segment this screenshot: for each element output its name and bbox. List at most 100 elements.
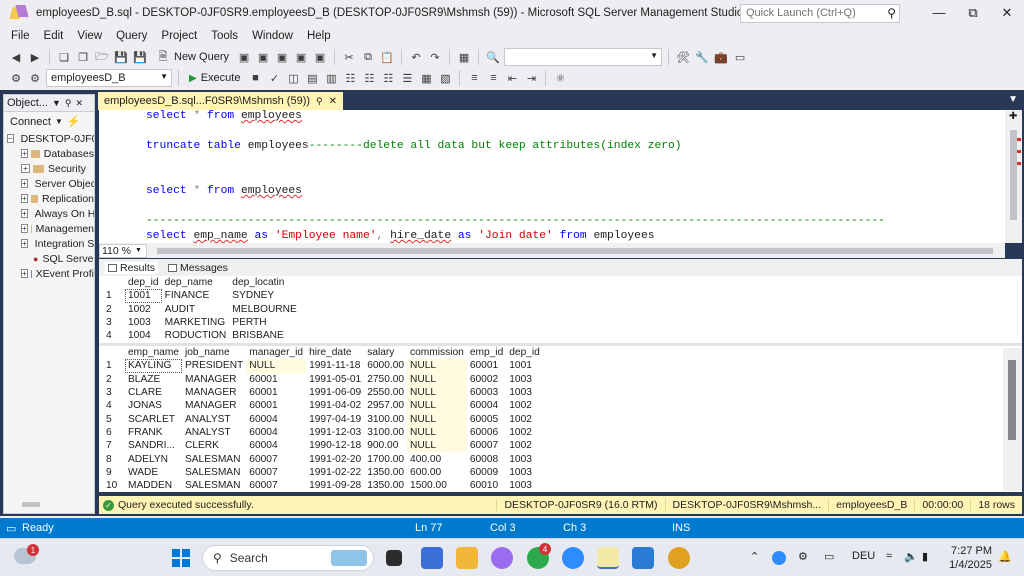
table-cell[interactable]: FINANCE: [162, 289, 230, 302]
table-cell[interactable]: ADELYN: [125, 452, 182, 465]
tree-always-on[interactable]: + Always On H: [7, 206, 94, 221]
table-cell[interactable]: NULL: [407, 425, 467, 440]
dmx-query-icon[interactable]: ▣: [274, 49, 290, 65]
tree-databases[interactable]: + Databases: [7, 146, 94, 161]
minimize-button[interactable]: —: [922, 5, 956, 21]
expand-icon[interactable]: +: [21, 239, 28, 248]
table-cell[interactable]: 60007: [467, 439, 506, 452]
table-cell[interactable]: 1350.00: [364, 479, 407, 492]
table-cell[interactable]: PERTH: [229, 316, 300, 329]
save-all-icon[interactable]: 💾: [132, 49, 148, 65]
table-cell[interactable]: 1991-12-03: [306, 426, 364, 439]
row-number[interactable]: 7: [103, 439, 125, 452]
forward-icon[interactable]: ▶: [27, 49, 43, 65]
expand-icon[interactable]: +: [21, 224, 28, 233]
undo-icon[interactable]: ↶: [408, 49, 424, 65]
table-row[interactable]: 3 CLARE MANAGER 60001 1991-06-09 2550.00 NULL 6…: [103, 385, 543, 400]
table-row[interactable]: 3 1003 MARKETING PERTH: [103, 316, 300, 329]
zoom-icon[interactable]: [562, 547, 584, 569]
table-cell[interactable]: 3100.00: [364, 412, 407, 425]
menu-project[interactable]: Project: [154, 30, 204, 42]
table-cell[interactable]: 3100.00: [364, 426, 407, 439]
results-vertical-scrollbar[interactable]: [1003, 348, 1022, 491]
table-cell[interactable]: CLARE: [125, 386, 182, 399]
table-cell[interactable]: NULL: [407, 439, 467, 453]
table-row[interactable]: 2 1002 AUDIT MELBOURNE: [103, 303, 300, 316]
table-cell[interactable]: 60004: [246, 439, 306, 452]
expand-icon[interactable]: +: [21, 269, 28, 278]
table-cell[interactable]: 1991-02-22: [306, 466, 364, 479]
language-indicator[interactable]: DEU: [852, 550, 875, 562]
table-row[interactable]: 10 MADDEN SALESMAN 60007 1991-09-28 1350.00 15…: [103, 479, 543, 492]
database-query-icon[interactable]: ▣: [236, 49, 252, 65]
vscode-icon[interactable]: [632, 547, 654, 569]
indent-icon[interactable]: ⇥: [523, 70, 539, 86]
table-row[interactable]: 1 1001 FINANCE SYDNEY: [103, 289, 300, 303]
notifications-icon[interactable]: 🔔: [998, 550, 1012, 563]
tree-server[interactable]: − DESKTOP-0JF0: [7, 131, 94, 146]
tree-sql-agent[interactable]: ●SQL Server A: [7, 251, 94, 266]
table-cell[interactable]: CLERK: [182, 439, 246, 452]
table-row[interactable]: 7 SANDRI... CLERK 60004 1990-12-18 900.00 NULL…: [103, 439, 543, 453]
tree-xevent[interactable]: + XEvent Profi: [7, 266, 94, 281]
expand-icon[interactable]: +: [21, 194, 28, 203]
table-cell[interactable]: 1002: [506, 399, 543, 412]
table-cell[interactable]: 60001: [246, 373, 306, 386]
table-row[interactable]: 4 1004 RODUCTION BRISBANE: [103, 329, 300, 342]
taskbar-search[interactable]: ⚲ Search: [202, 545, 374, 571]
table-cell[interactable]: 600.00: [407, 466, 467, 479]
dropdown-icon[interactable]: ▼: [52, 98, 61, 108]
expand-icon[interactable]: +: [21, 164, 30, 173]
table-cell[interactable]: 1002: [125, 303, 162, 316]
column-header[interactable]: commission: [407, 346, 467, 360]
column-header[interactable]: manager_id: [246, 346, 307, 360]
row-number[interactable]: 3: [103, 316, 125, 329]
chevron-up-icon[interactable]: ⌃: [750, 550, 759, 563]
table-cell[interactable]: SALESMAN: [182, 466, 246, 479]
expand-icon[interactable]: +: [21, 149, 29, 158]
tab-results[interactable]: Results: [105, 261, 159, 274]
find-icon[interactable]: 🔍: [485, 49, 501, 65]
table-cell[interactable]: 60007: [246, 479, 306, 492]
table-cell[interactable]: 1991-11-18: [306, 359, 364, 372]
table-cell[interactable]: MADDEN: [125, 479, 182, 492]
specify-values-icon[interactable]: ⚛: [552, 70, 568, 86]
tab-messages[interactable]: Messages: [168, 262, 228, 274]
table-cell[interactable]: 60001: [246, 399, 306, 412]
ssms-taskbar-icon[interactable]: [597, 547, 619, 569]
tray-app-icon[interactable]: ⚙: [798, 550, 808, 563]
table-cell[interactable]: JONAS: [125, 399, 182, 412]
query-designer-icon[interactable]: ▤: [304, 70, 320, 86]
command-window-icon[interactable]: ▭: [732, 49, 748, 65]
display-plan-icon[interactable]: ◫: [285, 70, 301, 86]
results-grid-employees[interactable]: emp_name job_name manager_id hire_date s…: [103, 346, 543, 492]
include-plan-icon[interactable]: ☷: [361, 70, 377, 86]
table-cell[interactable]: ANALYST: [182, 426, 246, 439]
table-cell[interactable]: 1990-12-18: [306, 439, 364, 452]
column-header[interactable]: dep_id: [125, 276, 162, 290]
task-view-icon[interactable]: [386, 550, 402, 566]
connect-icon[interactable]: ⚙: [8, 70, 24, 86]
table-cell[interactable]: 1003: [506, 386, 543, 399]
table-cell[interactable]: NULL: [407, 399, 467, 413]
tree-replication[interactable]: + Replication: [7, 191, 94, 206]
new-query-button[interactable]: 🗎 New Query: [151, 49, 233, 65]
table-row[interactable]: 5 SCARLET ANALYST 60004 1997-04-19 3100.00 NU…: [103, 412, 543, 426]
back-icon[interactable]: ◀: [8, 49, 24, 65]
find-combo[interactable]: ▼: [504, 48, 663, 66]
table-cell[interactable]: 1003: [506, 466, 543, 479]
table-cell[interactable]: 60005: [467, 412, 506, 425]
table-cell[interactable]: 60003: [467, 386, 506, 399]
copilot-icon[interactable]: [491, 547, 513, 569]
table-cell[interactable]: 1004: [125, 329, 162, 342]
table-cell[interactable]: 1500.00: [407, 479, 467, 492]
start-button[interactable]: [172, 549, 190, 567]
zoom-tray-icon[interactable]: [772, 551, 786, 565]
table-cell[interactable]: 60006: [467, 426, 506, 439]
parse-icon[interactable]: ✓: [266, 70, 282, 86]
row-number[interactable]: 4: [103, 399, 125, 412]
tree-security[interactable]: + Security: [7, 161, 94, 176]
xmla-query-icon[interactable]: ▣: [293, 49, 309, 65]
table-cell[interactable]: 1003: [506, 373, 543, 386]
table-cell[interactable]: 1003: [125, 316, 162, 329]
